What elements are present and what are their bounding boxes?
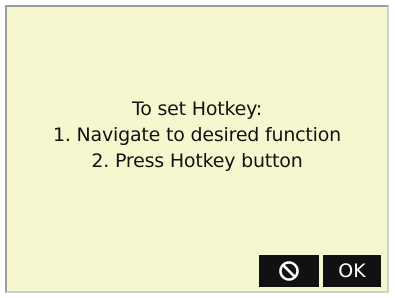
hotkey-instructions: To set Hotkey: 1. Navigate to desired fu… [7,96,387,174]
softkey-bar: OK [259,255,381,287]
cancel-button[interactable] [259,255,319,287]
lcd-screen: To set Hotkey: 1. Navigate to desired fu… [5,5,389,293]
instruction-step-2: 2. Press Hotkey button [91,150,303,172]
ok-button[interactable]: OK [323,255,381,287]
instruction-step-1: 1. Navigate to desired function [52,124,342,146]
device-frame: To set Hotkey: 1. Navigate to desired fu… [0,0,395,298]
prohibited-icon [279,261,299,281]
instruction-title: To set Hotkey: [132,98,262,120]
